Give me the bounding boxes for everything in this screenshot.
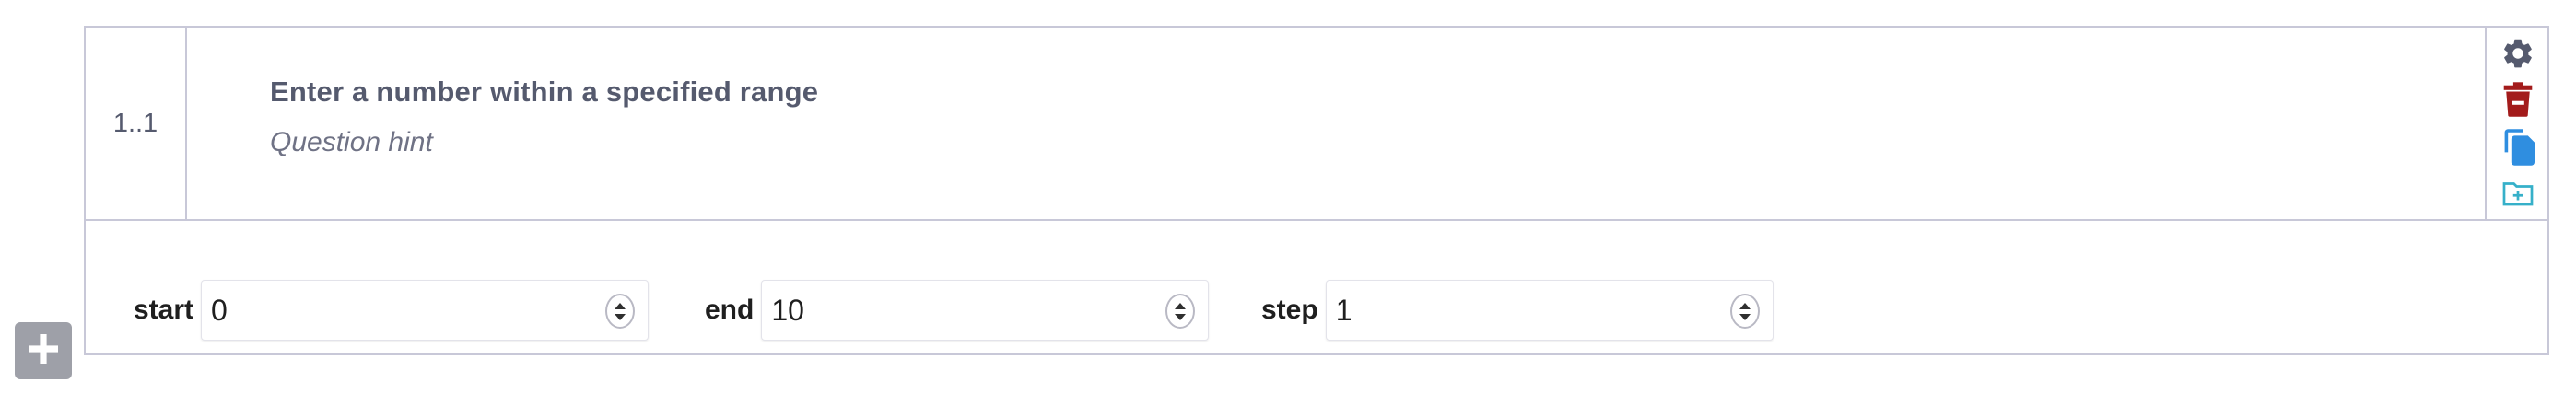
add-to-library-button[interactable] bbox=[2500, 175, 2536, 212]
step-input-wrapper bbox=[1325, 280, 1774, 341]
question-number: 1..1 bbox=[86, 28, 187, 219]
trash-icon bbox=[2502, 82, 2534, 117]
folder-plus-icon bbox=[2501, 180, 2535, 207]
duplicate-button[interactable] bbox=[2500, 129, 2536, 166]
delete-button[interactable] bbox=[2500, 81, 2536, 118]
gear-icon bbox=[2500, 36, 2535, 71]
chevron-down-icon[interactable] bbox=[1739, 313, 1751, 320]
add-question-button[interactable] bbox=[15, 322, 72, 379]
end-field: end bbox=[705, 280, 1210, 341]
chevron-down-icon[interactable] bbox=[615, 313, 626, 320]
step-input[interactable] bbox=[1326, 281, 1717, 340]
chevron-up-icon[interactable] bbox=[615, 302, 626, 309]
chevron-up-icon[interactable] bbox=[1175, 302, 1187, 309]
start-field: start bbox=[134, 280, 650, 341]
start-input-wrapper bbox=[201, 280, 650, 341]
question-header-row: 1..1 Enter a number within a specified r… bbox=[86, 28, 2547, 221]
question-text-block: Enter a number within a specified range … bbox=[270, 75, 818, 158]
step-stepper[interactable] bbox=[1729, 294, 1760, 329]
end-input-wrapper bbox=[761, 280, 1210, 341]
question-actions bbox=[2485, 28, 2547, 219]
chevron-down-icon[interactable] bbox=[1175, 313, 1187, 320]
copy-icon bbox=[2501, 129, 2535, 166]
question-hint[interactable]: Question hint bbox=[270, 127, 818, 158]
plus-icon bbox=[25, 330, 62, 372]
end-stepper[interactable] bbox=[1165, 294, 1196, 329]
start-stepper[interactable] bbox=[605, 294, 636, 329]
question-card: 1..1 Enter a number within a specified r… bbox=[84, 26, 2549, 355]
settings-button[interactable] bbox=[2500, 35, 2536, 72]
step-field: step bbox=[1261, 280, 1774, 341]
range-settings-row: start end step bbox=[86, 221, 2547, 355]
start-input[interactable] bbox=[202, 281, 593, 340]
question-title[interactable]: Enter a number within a specified range bbox=[270, 75, 818, 109]
step-label: step bbox=[1261, 295, 1318, 325]
chevron-up-icon[interactable] bbox=[1739, 302, 1751, 309]
end-label: end bbox=[705, 295, 755, 325]
end-input[interactable] bbox=[762, 281, 1153, 340]
start-label: start bbox=[134, 295, 194, 325]
